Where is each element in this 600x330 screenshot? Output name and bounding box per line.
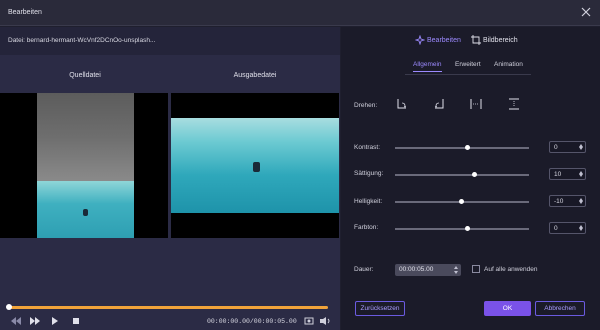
contrast-slider[interactable]: [395, 145, 529, 150]
source-preview: [0, 93, 168, 238]
close-icon[interactable]: [580, 6, 592, 18]
crop-icon: [471, 35, 481, 45]
edit-icon: [415, 35, 425, 45]
contrast-spinbox[interactable]: 0: [549, 141, 586, 153]
subtab-erweitert[interactable]: Erweitert: [455, 61, 481, 68]
hue-label: Farbton:: [354, 224, 379, 231]
apply-all-checkbox[interactable]: [472, 265, 480, 273]
rotate-right-icon[interactable]: [395, 97, 409, 111]
cancel-button[interactable]: Abbrechen: [535, 301, 585, 316]
source-label: Quelldatei: [69, 72, 101, 79]
settings-panel: Bearbeiten Bildbereich Allgemein Erweite…: [341, 27, 600, 330]
rotate-label: Drehen:: [354, 102, 378, 109]
playback-timeline[interactable]: [6, 304, 328, 310]
file-bar: Datei: bernard-hermant-WcVnf2DCnOo-unspl…: [0, 27, 340, 55]
hue-slider[interactable]: [395, 226, 529, 231]
rotate-left-icon[interactable]: [432, 97, 446, 111]
saturation-slider-thumb[interactable]: [472, 172, 478, 177]
play-icon[interactable]: [50, 316, 60, 326]
volume-icon[interactable]: [319, 316, 331, 326]
contrast-slider-thumb[interactable]: [465, 145, 471, 150]
brightness-label: Helligkeit:: [354, 198, 383, 205]
subtab-divider: [405, 74, 531, 75]
brightness-slider-thumb[interactable]: [458, 199, 464, 204]
saturation-slider[interactable]: [395, 172, 529, 177]
output-image: [171, 118, 339, 213]
reset-button[interactable]: Zurücksetzen: [355, 301, 405, 316]
contrast-label: Kontrast:: [354, 144, 381, 151]
title-bar: Bearbeiten: [0, 0, 600, 26]
contrast-value: 0: [554, 144, 558, 151]
subtab-allgemein[interactable]: Allgemein: [413, 61, 442, 72]
duration-label: Dauer:: [354, 266, 374, 273]
output-label: Ausgabedatei: [233, 72, 277, 79]
file-name: Datei: bernard-hermant-WcVnf2DCnOo-unspl…: [8, 37, 156, 44]
timeline-knob[interactable]: [6, 304, 12, 310]
flip-vertical-icon[interactable]: [507, 97, 521, 111]
subtab-animation[interactable]: Animation: [494, 61, 523, 68]
duration-value: 00:00:05.00: [399, 266, 434, 273]
saturation-label: Sättigung:: [354, 170, 384, 177]
hue-value: 0: [554, 225, 558, 232]
brightness-slider[interactable]: [395, 199, 529, 204]
preview-panel: Datei: bernard-hermant-WcVnf2DCnOo-unspl…: [0, 27, 340, 330]
saturation-spinbox[interactable]: 10: [549, 168, 586, 180]
source-image: [37, 93, 134, 238]
duration-input[interactable]: 00:00:05.00: [395, 264, 461, 276]
output-preview: [171, 93, 339, 238]
tab-bearbeiten-label: Bearbeiten: [427, 37, 461, 44]
stop-icon[interactable]: [71, 316, 81, 326]
play-forward-icon[interactable]: [29, 316, 41, 326]
brightness-value: -10: [554, 198, 564, 205]
hue-slider-thumb[interactable]: [465, 226, 471, 231]
apply-all-label: Auf alle anwenden: [484, 266, 538, 273]
tab-bildbereich-label: Bildbereich: [483, 37, 518, 44]
window-title: Bearbeiten: [8, 9, 42, 16]
time-display: 00:00:00.00/00:00:05.00: [207, 318, 297, 325]
flip-horizontal-icon[interactable]: [469, 97, 483, 111]
ok-button[interactable]: OK: [484, 301, 531, 316]
rewind-icon[interactable]: [10, 316, 22, 326]
brightness-spinbox[interactable]: -10: [549, 195, 586, 207]
saturation-value: 10: [554, 171, 562, 178]
hue-spinbox[interactable]: 0: [549, 222, 586, 234]
snapshot-icon[interactable]: [304, 316, 314, 326]
